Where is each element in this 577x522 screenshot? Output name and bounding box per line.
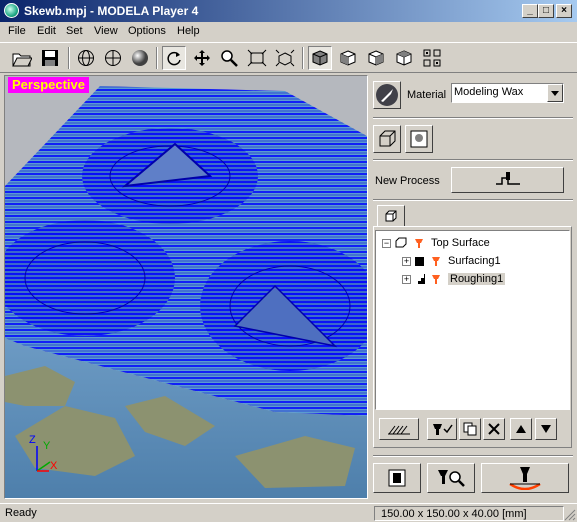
axis-z-label: Z [29,434,36,446]
process-tree[interactable]: − Top Surface + Surfacing1 + Roughing1 [375,230,570,410]
cut-button[interactable] [481,463,569,493]
toolbar [0,42,577,73]
sphere-shaded-icon[interactable] [128,46,152,70]
close-button[interactable]: × [556,4,572,18]
axis-y-label: Y [43,440,51,452]
cube-icon [385,210,397,222]
view-back-icon[interactable] [392,46,416,70]
model-button[interactable] [405,125,433,153]
model-render [5,76,367,498]
preview-icon [388,469,406,487]
stock-box-icon [379,130,396,147]
status-text: Ready [5,507,37,519]
sphere-wire-icon[interactable] [101,46,125,70]
window-title: Skewb.mpj - MODELA Player 4 [24,4,199,18]
roughing-icon [415,274,425,284]
tree-item-top-surface[interactable]: − Top Surface [382,235,490,251]
divider [373,159,573,161]
copy-button[interactable] [459,418,481,440]
divider [373,117,573,119]
expand-icon[interactable]: + [402,274,411,284]
simulate-button[interactable] [427,463,475,493]
3d-viewport[interactable]: Perspective Z Y X [4,75,368,499]
menu-bar: File Edit Set View Options Help [0,22,577,41]
stock-dimensions: 150.00 x 150.00 x 40.00 [mm] [374,506,564,521]
cutting-icon [509,467,541,490]
divider [373,455,573,457]
new-process-button[interactable] [451,167,564,193]
view-front-icon[interactable] [336,46,360,70]
toolbar-separator [68,47,70,69]
toolbar-separator [156,47,158,69]
surface-tool-icon [415,239,423,248]
tree-item-label: Surfacing1 [448,255,501,267]
stock-tree-icon [395,237,407,248]
surfacing-icon [415,256,424,266]
copy-icon [463,422,477,436]
material-label: Material [407,89,447,101]
material-select[interactable]: Modeling Wax [451,83,564,103]
tool-settings-button[interactable] [427,418,457,440]
tree-item-label: Roughing1 [448,273,506,285]
divider [373,199,573,201]
preview-button[interactable] [373,463,421,493]
fit-icon[interactable] [245,46,269,70]
arrow-up-icon [516,425,526,433]
tree-item-surfacing1[interactable]: + Surfacing1 [402,253,501,269]
tree-item-roughing1[interactable]: + Roughing1 [402,271,506,287]
stock-button[interactable] [373,125,401,153]
globe-icon[interactable] [74,46,98,70]
axis-x-label: X [50,460,58,472]
tool-icon [432,257,440,266]
toolpath-lines-button[interactable] [379,418,419,440]
tool-icon [432,275,440,284]
material-select-value: Modeling Wax [454,86,524,98]
resize-grip-icon[interactable] [564,509,576,521]
zoom-extents-icon[interactable] [273,46,297,70]
view-iso-icon[interactable] [308,46,332,70]
tool-check-icon [433,424,453,435]
menu-edit[interactable]: Edit [37,25,56,37]
open-icon[interactable] [10,46,34,70]
status-bar: Ready 150.00 x 150.00 x 40.00 [mm] [0,503,577,522]
app-icon[interactable] [4,3,19,18]
tab-process[interactable] [377,205,405,227]
toolbar-separator [302,47,304,69]
pan-icon[interactable] [190,46,214,70]
perspective-label: Perspective [8,77,89,93]
move-down-button[interactable] [535,418,557,440]
save-icon[interactable] [38,46,62,70]
collapse-icon[interactable]: − [382,238,391,248]
menu-view[interactable]: View [94,25,118,37]
rotate-icon[interactable] [162,46,186,70]
new-process-label: New Process [375,175,440,187]
view-right-icon[interactable] [364,46,388,70]
view-grid-icon[interactable] [420,46,444,70]
title-bar: Skewb.mpj - MODELA Player 4 _ □ × [0,0,577,22]
toolpath-step-icon [495,172,520,185]
maximize-button[interactable]: □ [538,4,554,18]
menu-set[interactable]: Set [66,25,83,37]
expand-icon[interactable]: + [402,256,411,266]
arrow-down-icon [541,425,551,433]
right-panel: Material Modeling Wax New Process − Top … [371,75,574,499]
zoom-icon[interactable] [217,46,241,70]
menu-options[interactable]: Options [128,25,166,37]
chevron-down-icon[interactable] [547,84,563,102]
menu-file[interactable]: File [8,25,26,37]
tool-zoom-icon [438,470,465,487]
menu-help[interactable]: Help [177,25,200,37]
delete-button[interactable] [483,418,505,440]
tree-item-label: Top Surface [431,237,490,249]
toolpath-lines-icon [388,425,410,435]
material-icon [376,84,398,106]
model-icon [410,130,428,148]
minimize-button[interactable]: _ [522,4,538,18]
material-button[interactable] [373,81,401,109]
move-up-button[interactable] [510,418,532,440]
close-icon [488,423,500,435]
